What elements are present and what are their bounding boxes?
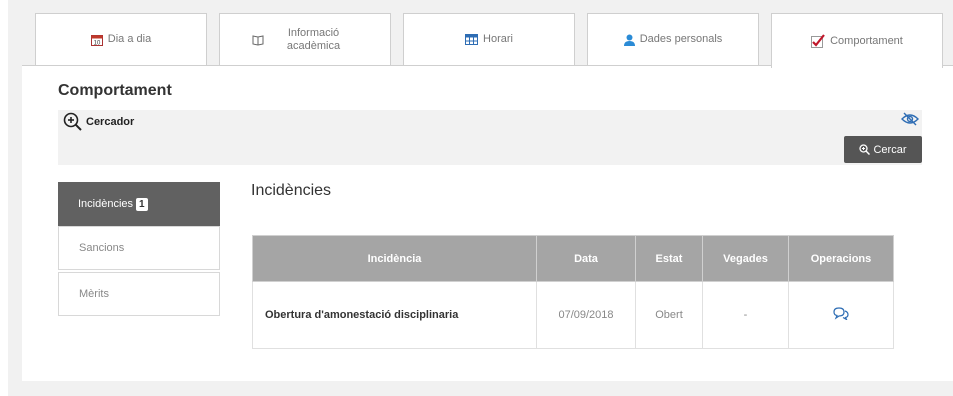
page-title: Comportament (58, 82, 172, 99)
tab-dia-a-dia[interactable]: 10 Dia a dia (35, 13, 207, 65)
column-header-vegades: Vegades (702, 235, 789, 282)
tab-label: Dades personals (639, 33, 723, 45)
hide-eye-icon[interactable] (900, 112, 920, 131)
tab-dades-personals[interactable]: Dades personals (587, 13, 759, 65)
table-row: Obertura d'amonestació disciplinaria 07/… (252, 281, 894, 349)
count-badge: 1 (136, 197, 148, 211)
table-header-row: Incidència Data Estat Vegades Operacions (252, 235, 894, 282)
sidebar-item-merits[interactable]: Mèrits (58, 272, 220, 316)
sidebar-item-label: Sancions (79, 242, 125, 254)
search-toggle[interactable]: Cercador (63, 112, 134, 132)
tab-comportament[interactable]: Comportament (771, 13, 943, 68)
cell-incidencia: Obertura d'amonestació disciplinaria (252, 281, 537, 349)
book-icon (252, 34, 264, 46)
calendar-icon: 10 (90, 34, 103, 46)
tab-horari[interactable]: Horari (403, 13, 575, 65)
tab-label: Comportament (830, 34, 903, 47)
sidebar-item-label: Incidències (78, 198, 134, 210)
search-label: Cercador (86, 116, 135, 128)
comments-icon[interactable] (833, 307, 849, 320)
cercar-button-label: Cercar (873, 143, 907, 156)
check-icon (811, 34, 825, 48)
schedule-icon (465, 34, 479, 45)
column-header-operacions: Operacions (788, 235, 894, 282)
column-header-incidencia: Incidència (252, 235, 537, 282)
tab-informacio-academica[interactable]: Informació acadèmica (219, 13, 391, 65)
column-header-data: Data (536, 235, 636, 282)
sidebar-item-label: Mèrits (79, 288, 109, 300)
search-icon (859, 144, 871, 155)
zoom-in-icon (63, 112, 83, 132)
tab-label: Dia a dia (107, 33, 152, 45)
cell-data: 07/09/2018 (536, 281, 636, 349)
cell-estat: Obert (635, 281, 703, 349)
column-header-estat: Estat (635, 235, 703, 282)
section-title: Incidències (251, 182, 332, 199)
sidebar-item-incidencies[interactable]: Incidències 1 (58, 182, 220, 226)
tab-label: Informació acadèmica (286, 26, 341, 52)
user-icon (623, 34, 635, 46)
incidencies-table: Incidència Data Estat Vegades Operacions… (252, 235, 894, 349)
tab-label: Horari (483, 33, 513, 45)
cell-operacions (788, 281, 894, 349)
svg-text:10: 10 (93, 40, 100, 46)
cell-vegades: - (702, 281, 789, 349)
cercar-button[interactable]: Cercar (844, 136, 922, 163)
search-panel (58, 110, 922, 165)
sidebar-item-sancions[interactable]: Sancions (58, 226, 220, 270)
